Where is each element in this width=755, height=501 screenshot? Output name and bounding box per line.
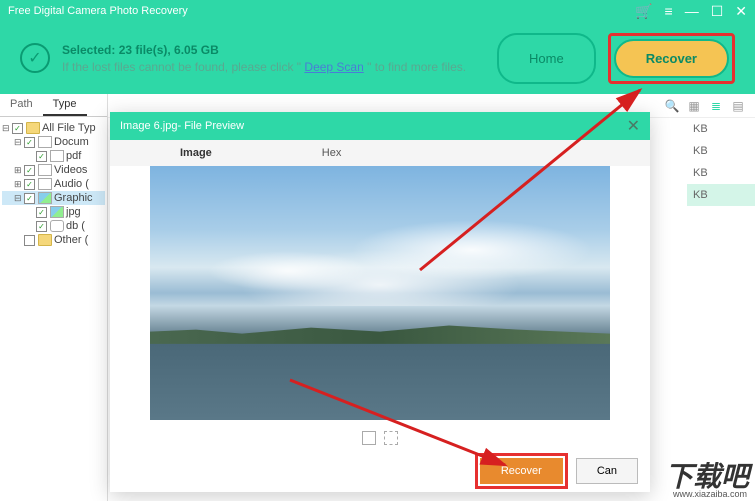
tree-item-audio[interactable]: ⊞✓Audio (: [2, 177, 105, 191]
minimize-icon[interactable]: —: [685, 3, 699, 19]
tree-item-documents[interactable]: ⊟✓Docum: [2, 135, 105, 149]
folder-icon: [38, 234, 52, 246]
selected-summary: Selected: 23 file(s), 6.05 GB: [62, 43, 497, 57]
header: ✓ Selected: 23 file(s), 6.05 GB If the l…: [0, 22, 755, 94]
tree-item-jpg[interactable]: ✓jpg: [2, 205, 105, 219]
preview-tab-hex[interactable]: Hex: [322, 147, 342, 159]
folder-icon: [26, 122, 40, 134]
preview-tabs: Image Hex: [110, 140, 650, 166]
preview-zoom-controls: [110, 426, 650, 450]
home-button[interactable]: Home: [497, 33, 596, 84]
file-row[interactable]: KB: [687, 184, 755, 206]
sky-clouds: [150, 166, 610, 306]
preview-recover-button[interactable]: Recover: [480, 458, 563, 484]
close-icon[interactable]: ✕: [627, 116, 640, 136]
header-buttons: Home Recover: [497, 33, 735, 84]
header-text: Selected: 23 file(s), 6.05 GB If the los…: [62, 43, 497, 74]
grid-view-icon[interactable]: ▦: [687, 99, 701, 113]
hint-text: If the lost files cannot be found, pleas…: [62, 60, 497, 74]
check-circle-icon: ✓: [20, 43, 50, 73]
jpg-icon: [50, 206, 64, 218]
sidebar: Path Type ⊟✓All File Typ ⊟✓Docum ✓pdf ⊞✓…: [0, 94, 108, 501]
cart-icon[interactable]: 🛒: [635, 3, 652, 20]
recover-highlight-small: Recover: [475, 453, 568, 489]
video-icon: [38, 164, 52, 176]
landscape: [150, 324, 610, 344]
menu-icon[interactable]: ≡: [665, 3, 673, 19]
recover-highlight: Recover: [608, 33, 735, 84]
document-icon: [38, 136, 52, 148]
tree-item-other[interactable]: Other (: [2, 233, 105, 247]
preview-cancel-button[interactable]: Can: [576, 458, 638, 484]
titlebar: Free Digital Camera Photo Recovery 🛒 ≡ —…: [0, 0, 755, 22]
search-icon[interactable]: 🔍: [665, 99, 679, 113]
preview-dialog: Image 6.jpg- File Preview ✕ Image Hex Re…: [110, 112, 650, 492]
tree-item-graphics[interactable]: ⊟✓Graphic: [2, 191, 105, 205]
pdf-icon: [50, 150, 64, 162]
file-row[interactable]: KB: [687, 118, 755, 140]
fit-width-icon[interactable]: [362, 431, 376, 445]
deep-scan-link[interactable]: Deep Scan: [304, 60, 363, 74]
file-tree: ⊟✓All File Typ ⊟✓Docum ✓pdf ⊞✓Videos ⊞✓A…: [0, 117, 107, 251]
preview-tab-image[interactable]: Image: [180, 147, 212, 159]
db-icon: [50, 220, 64, 232]
maximize-icon[interactable]: ☐: [711, 3, 724, 20]
file-list: KB KB KB KB: [687, 118, 755, 206]
tree-item-all[interactable]: ⊟✓All File Typ: [2, 121, 105, 135]
detail-view-icon[interactable]: ▤: [731, 99, 745, 113]
audio-icon: [38, 178, 52, 190]
file-row[interactable]: KB: [687, 162, 755, 184]
window-controls: 🛒 ≡ — ☐ ✕: [635, 3, 747, 20]
preview-header: Image 6.jpg- File Preview ✕: [110, 112, 650, 140]
sidebar-tabs: Path Type: [0, 94, 107, 117]
fit-screen-icon[interactable]: [384, 431, 398, 445]
tab-type[interactable]: Type: [43, 94, 87, 116]
tab-path[interactable]: Path: [0, 94, 43, 116]
image-icon: [38, 192, 52, 204]
recover-button[interactable]: Recover: [614, 39, 729, 78]
list-view-icon[interactable]: ≣: [709, 99, 723, 113]
close-icon[interactable]: ✕: [735, 3, 747, 20]
watermark-url: www.xiazaiba.com: [673, 489, 747, 499]
preview-footer: Recover Can: [110, 450, 650, 492]
tree-item-pdf[interactable]: ✓pdf: [2, 149, 105, 163]
tree-item-videos[interactable]: ⊞✓Videos: [2, 163, 105, 177]
preview-title: Image 6.jpg- File Preview: [120, 120, 627, 132]
preview-image: [150, 166, 610, 420]
file-row[interactable]: KB: [687, 140, 755, 162]
window-title: Free Digital Camera Photo Recovery: [8, 5, 635, 17]
tree-item-db[interactable]: ✓db (: [2, 219, 105, 233]
